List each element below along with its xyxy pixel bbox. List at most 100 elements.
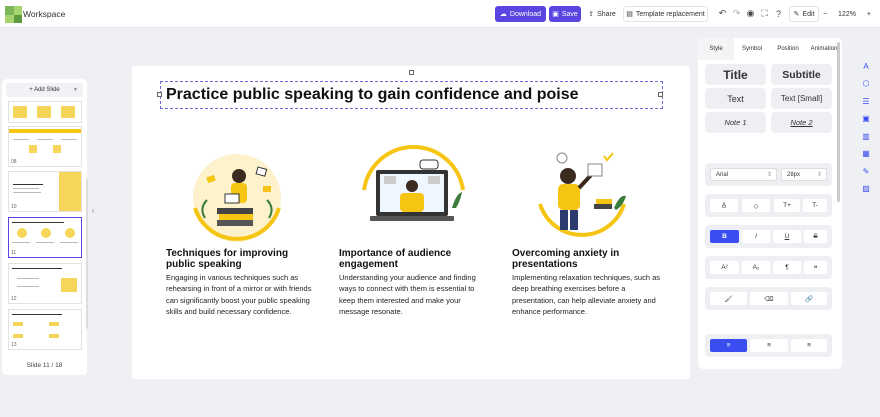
content-column[interactable]: Overcoming anxiety in presentations Impl… — [512, 248, 662, 317]
font-increase-button[interactable]: T+ — [774, 199, 800, 212]
chart-tool-icon[interactable]: ▥ — [858, 128, 874, 144]
style-title-button[interactable]: Title — [705, 64, 766, 85]
column-body[interactable]: Engaging in various techniques such as r… — [166, 272, 318, 317]
style-text-small-button[interactable]: Text [Small] — [771, 88, 832, 109]
content-column[interactable]: Importance of audience engagement Unders… — [339, 248, 489, 317]
redo-icon[interactable]: ↷ — [731, 8, 742, 19]
thumb-graphic — [29, 145, 37, 153]
misc-tools: 🖌 ⌫ 🔗 — [705, 287, 832, 310]
content-column[interactable]: Techniques for improving public speaking… — [166, 248, 318, 317]
slide-thumbnail[interactable] — [8, 101, 82, 123]
font-size-input[interactable]: 28px ⇕ — [781, 168, 827, 181]
properties-scrollbar[interactable] — [837, 42, 840, 202]
text-color-icon[interactable]: A̲ — [710, 199, 738, 212]
chevron-down-icon[interactable]: ▼ — [73, 87, 78, 93]
bold-button[interactable]: B — [710, 230, 739, 243]
save-button[interactable]: ▣ Save — [549, 6, 581, 22]
shapes-tool-icon[interactable]: ⬡ — [858, 76, 874, 92]
paragraph-icon[interactable]: ¶ — [773, 261, 801, 274]
thumb-graphic — [17, 228, 27, 238]
slide-thumbnail[interactable]: 10 — [8, 171, 82, 212]
edit-button[interactable]: ✎ Edit — [789, 6, 819, 22]
download-button[interactable]: ☁ Download — [495, 6, 546, 22]
collapse-panel-icon[interactable]: ‹ — [88, 203, 98, 217]
thumb-graphic — [13, 334, 23, 338]
column-heading[interactable]: Importance of audience engagement — [339, 248, 489, 270]
text-tool-icon[interactable]: A — [858, 58, 874, 74]
slide-number: 10 — [11, 204, 17, 210]
tab-style[interactable]: Style — [698, 38, 734, 60]
fill-color-icon[interactable]: ◇ — [742, 199, 770, 212]
style-note1-button[interactable]: Note 1 — [705, 112, 766, 133]
zoom-in-button[interactable]: + — [867, 11, 871, 18]
align-right-icon[interactable]: ≡ — [791, 339, 827, 352]
title-textbox[interactable]: Practice public speaking to gain confide… — [157, 81, 663, 109]
list-tool-icon[interactable]: ☰ — [858, 93, 874, 109]
slide-number: 13 — [11, 342, 17, 348]
fullscreen-icon[interactable]: ⛶ — [759, 8, 770, 19]
slide-number: 08 — [11, 159, 17, 165]
align-left-icon[interactable]: ≡ — [710, 339, 747, 352]
quote-button[interactable]: ❝ — [804, 261, 827, 274]
chevron-updown-icon: ⇕ — [766, 172, 772, 178]
alignment-tools: ≡ ≡ ≡ — [705, 334, 832, 357]
slide-thumbnail[interactable]: 12 — [8, 263, 82, 304]
tab-position[interactable]: Position — [770, 38, 806, 60]
slide-thumbnail[interactable]: 08 — [8, 126, 82, 167]
underline-button[interactable]: U — [773, 230, 801, 243]
font-decrease-button[interactable]: T- — [803, 199, 827, 212]
cloud-download-icon: ☁ — [499, 11, 507, 18]
template-replacement-button[interactable]: ▤ Template replacement — [623, 6, 708, 22]
slides-scrollbar[interactable] — [86, 179, 88, 329]
share-icon: ⇪ — [588, 11, 595, 18]
resize-handle[interactable] — [409, 70, 414, 75]
record-icon[interactable]: ◉ — [745, 8, 756, 19]
superscript-button[interactable]: A² — [710, 261, 739, 274]
italic-button[interactable]: I — [742, 230, 770, 243]
thumb-line — [60, 242, 78, 243]
strikethrough-button[interactable]: S — [804, 230, 827, 243]
resize-handle[interactable] — [658, 92, 663, 97]
save-icon: ▣ — [552, 11, 559, 18]
speaker-illustration — [538, 152, 626, 237]
thumb-band — [9, 129, 81, 133]
table-tool-icon[interactable]: ▦ — [858, 146, 874, 162]
column-heading[interactable]: Overcoming anxiety in presentations — [512, 248, 662, 270]
slide-title[interactable]: Practice public speaking to gain confide… — [166, 86, 579, 104]
thumb-graphic — [13, 322, 23, 326]
tab-symbol[interactable]: Symbol — [734, 38, 770, 60]
style-note2-button[interactable]: Note 2 — [771, 112, 832, 133]
style-text-button[interactable]: Text — [705, 88, 766, 109]
slide-thumbnail-active[interactable]: 11 — [8, 217, 82, 258]
font-family-select[interactable]: Arial ⇕ — [710, 168, 777, 181]
subscript-button[interactable]: A₂ — [742, 261, 770, 274]
properties-panel: Style Symbol Position Animation Title Su… — [698, 38, 842, 369]
image-tool-icon[interactable]: ▨ — [858, 181, 874, 197]
clear-format-icon[interactable]: ⌫ — [750, 292, 788, 305]
top-toolbar: Workspace ☁ Download ▣ Save ⇪ Share ▤ Templa… — [0, 0, 880, 28]
resize-handle[interactable] — [157, 92, 162, 97]
column-body[interactable]: Understanding your audience and finding … — [339, 272, 489, 317]
zoom-out-button[interactable]: − — [823, 11, 827, 18]
zoom-control: − 122% + — [823, 6, 871, 22]
share-button[interactable]: ⇪ Share — [586, 6, 618, 22]
thumb-line — [12, 222, 64, 223]
draw-tool-icon[interactable]: ✎ — [858, 163, 874, 179]
align-center-icon[interactable]: ≡ — [750, 339, 788, 352]
add-slide-button[interactable]: + Add Slide ▼ — [6, 83, 83, 97]
layout-tool-icon[interactable]: ▣ — [858, 111, 874, 127]
color-size-tools: A̲ ◇ T+ T- — [705, 194, 832, 217]
column-body[interactable]: Implementing relaxation techniques, such… — [512, 272, 662, 317]
undo-icon[interactable]: ↶ — [717, 8, 728, 19]
template-icon: ▤ — [626, 11, 633, 18]
thumb-line — [36, 242, 54, 243]
help-icon[interactable]: ? — [773, 8, 784, 19]
thumb-graphic — [37, 106, 51, 118]
link-icon[interactable]: 🔗 — [791, 292, 827, 305]
slide-canvas[interactable]: Practice public speaking to gain confide… — [132, 66, 690, 379]
format-painter-icon[interactable]: 🖌 — [710, 292, 747, 305]
style-subtitle-button[interactable]: Subtitle — [771, 64, 832, 85]
column-heading[interactable]: Techniques for improving public speaking — [166, 248, 318, 270]
slide-thumbnail[interactable]: 13 — [8, 309, 82, 350]
thumb-line — [12, 314, 62, 315]
